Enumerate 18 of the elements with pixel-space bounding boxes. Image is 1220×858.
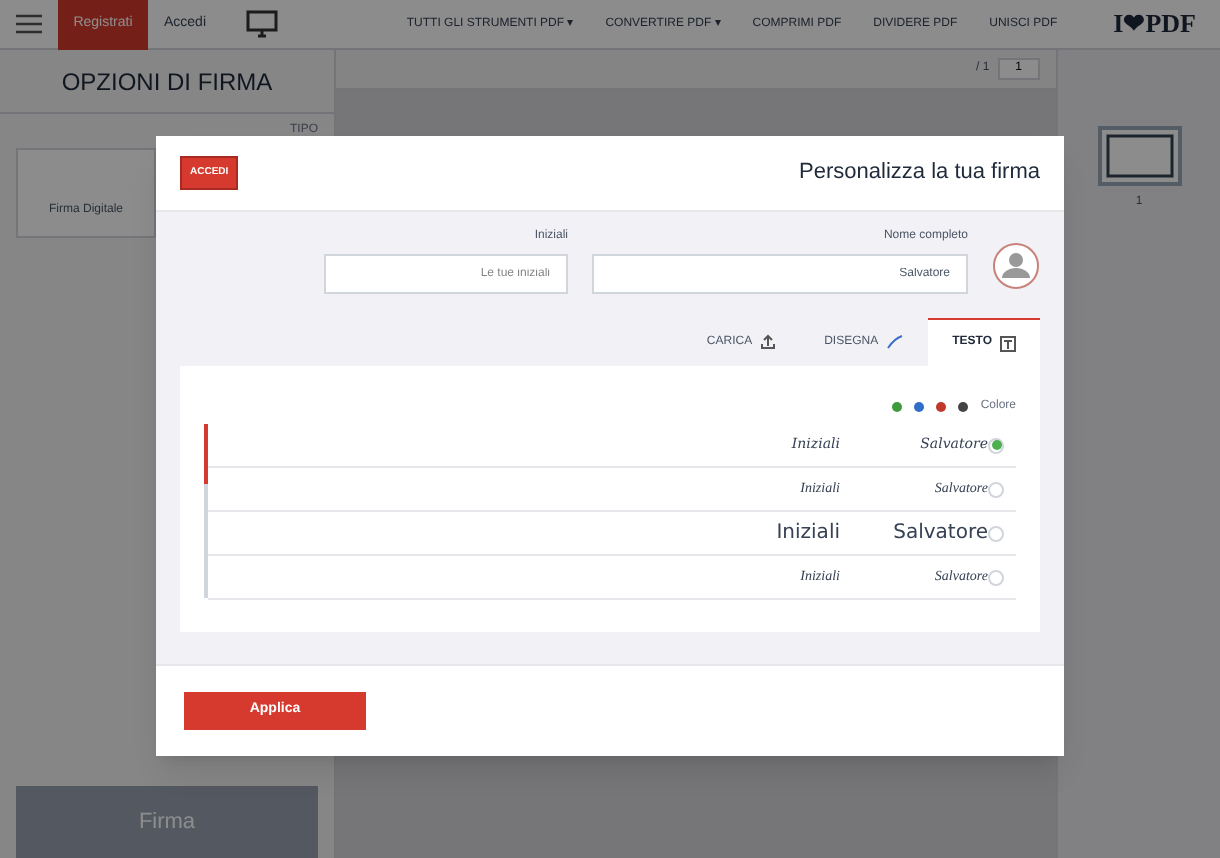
color-swatch[interactable] (892, 402, 903, 412)
dialog-title: Personalizza la tua firma (799, 158, 1040, 189)
color-swatch[interactable] (958, 402, 969, 412)
page-thumbnail[interactable] (1097, 126, 1181, 186)
pen-icon (886, 334, 905, 350)
color-swatch[interactable] (936, 402, 947, 412)
color-swatch[interactable] (914, 402, 925, 412)
logo[interactable]: I❤PDF (1089, 4, 1220, 44)
radio-button[interactable] (988, 481, 1004, 497)
avatar-icon (992, 242, 1040, 290)
desktop-icon[interactable] (246, 10, 279, 38)
upload-icon (760, 334, 777, 350)
sidebar-title: OPZIONI DI FIRMA (61, 65, 273, 99)
text-icon (1000, 335, 1016, 351)
radio-button[interactable] (988, 569, 1004, 585)
radio-button[interactable] (988, 525, 1004, 541)
menu-icon[interactable] (16, 14, 42, 34)
radio-button[interactable] (988, 437, 1004, 453)
